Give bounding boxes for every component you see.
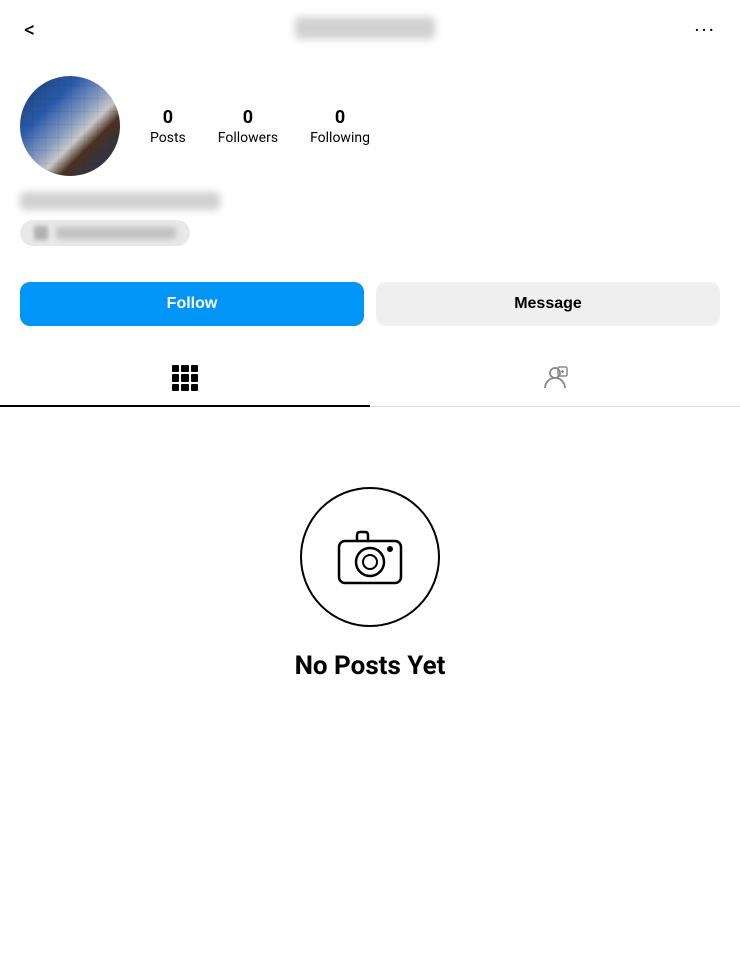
following-label: Following: [310, 130, 370, 146]
bio-text-blurred: [56, 227, 176, 239]
following-count: 0: [335, 107, 345, 128]
more-button[interactable]: ···: [690, 14, 720, 46]
bio-container: [20, 220, 190, 246]
camera-circle: [300, 487, 440, 627]
grid-icon: [172, 365, 198, 391]
person-tag-icon: [541, 364, 569, 392]
stats-row: 0 Posts 0 Followers 0 Following: [150, 107, 370, 146]
tab-tagged[interactable]: [370, 350, 740, 406]
no-posts-section: No Posts Yet: [0, 407, 740, 721]
grid-cell: [191, 365, 198, 372]
action-buttons: Follow Message: [0, 266, 740, 346]
followers-count: 0: [243, 107, 253, 128]
profile-top-row: 0 Posts 0 Followers 0 Following: [20, 76, 720, 176]
avatar: [20, 76, 120, 176]
posts-count: 0: [163, 107, 173, 128]
profile-info: [20, 192, 720, 246]
tab-grid[interactable]: [0, 350, 370, 406]
bio-icon: [34, 226, 48, 240]
grid-cell: [172, 365, 179, 372]
grid-cell: [172, 384, 179, 391]
no-posts-title: No Posts Yet: [295, 651, 446, 681]
followers-label: Followers: [218, 130, 278, 146]
stat-followers[interactable]: 0 Followers: [218, 107, 278, 146]
message-button[interactable]: Message: [376, 282, 720, 326]
profile-section: 0 Posts 0 Followers 0 Following: [0, 60, 740, 266]
back-button[interactable]: <: [20, 14, 39, 47]
grid-cell: [181, 365, 188, 372]
stat-posts[interactable]: 0 Posts: [150, 107, 186, 146]
grid-cell: [172, 374, 179, 381]
tab-bar: [0, 350, 740, 407]
camera-icon: [335, 527, 405, 587]
username-blurred: [295, 17, 435, 39]
grid-cell: [191, 374, 198, 381]
follow-button[interactable]: Follow: [20, 282, 364, 326]
header: < ···: [0, 0, 740, 60]
grid-cell: [191, 384, 198, 391]
posts-label: Posts: [150, 130, 186, 146]
grid-cell: [181, 374, 188, 381]
grid-cell: [181, 384, 188, 391]
stat-following[interactable]: 0 Following: [310, 107, 370, 146]
header-username: [39, 17, 690, 43]
avatar-image: [20, 76, 120, 176]
display-name-blurred: [20, 192, 220, 210]
